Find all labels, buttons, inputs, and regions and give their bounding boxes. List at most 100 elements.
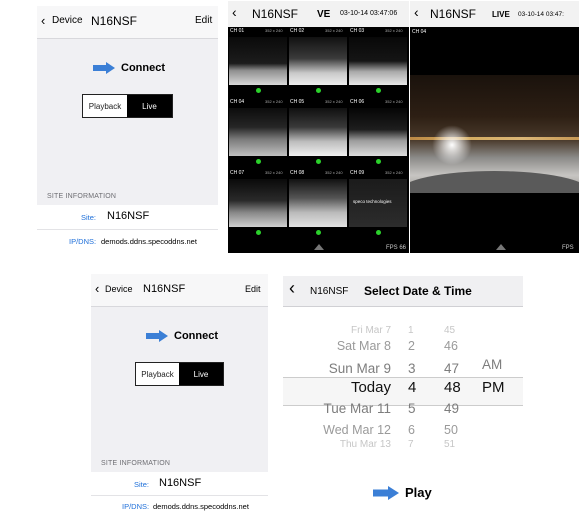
- screen-live-single: ‹ N16NSF LIVE 03-10-14 03:47: CH 04 FPS: [410, 1, 579, 253]
- live-camera-view[interactable]: [410, 75, 579, 193]
- connect-button[interactable]: Connect: [93, 62, 165, 74]
- hour-option: 2: [408, 339, 415, 353]
- section-header: SITE INFORMATION: [47, 193, 117, 200]
- ipdns-row[interactable]: IP/DNS: demods.ddns.specoddns.net: [91, 496, 268, 514]
- car-hood: [410, 171, 579, 193]
- back-button[interactable]: ‹: [289, 278, 295, 299]
- screen-device-top: ‹ Device N16NSF Edit Connect Playback Li…: [37, 6, 218, 252]
- back-label[interactable]: Device: [105, 284, 133, 294]
- hour-option: 4: [408, 379, 417, 396]
- minute-option: 51: [444, 439, 456, 450]
- channel-label: CH 08: [290, 170, 305, 176]
- navigation-bar: ‹ N16NSF Select Date & Time: [283, 276, 523, 307]
- site-label: Site:: [134, 480, 150, 489]
- hour-option: 3: [408, 361, 416, 376]
- live-status-dot: [376, 88, 381, 93]
- mode-segmented-control: Playback Live: [135, 362, 224, 386]
- back-button[interactable]: ‹: [95, 281, 99, 296]
- date-time-picker[interactable]: Fri Mar 7 1 45 Sat Mar 8 2 46 Sun Mar 9 3 47 Toda…: [283, 320, 523, 452]
- arrow-right-icon: [373, 485, 399, 500]
- live-status-dot: [256, 159, 261, 164]
- segment-live[interactable]: Live: [179, 363, 223, 385]
- hour-option: 7: [408, 439, 414, 450]
- segment-live[interactable]: Live: [127, 95, 172, 117]
- mode-label: LIVE: [492, 10, 510, 19]
- minute-option: 47: [444, 361, 460, 376]
- segment-playback[interactable]: Playback: [136, 363, 179, 385]
- timestamp: 03-10-14 03:47:: [518, 11, 564, 18]
- ipdns-label: IP/DNS:: [69, 237, 97, 246]
- camera-tile[interactable]: [289, 37, 347, 85]
- navigation-bar: ‹ N16NSF VE 03-10-14 03:47:06: [228, 1, 409, 27]
- play-button[interactable]: Play: [373, 485, 432, 500]
- camera-tile[interactable]: speco technologies: [349, 179, 407, 227]
- channel-label: CH 01: [230, 28, 245, 34]
- back-button[interactable]: ‹: [414, 4, 419, 20]
- live-status-dot: [316, 230, 321, 235]
- camera-tile[interactable]: [229, 37, 287, 85]
- camera-tile[interactable]: [289, 179, 347, 227]
- day-option: Sun Mar 9: [328, 361, 391, 376]
- up-arrow-icon[interactable]: [496, 244, 506, 250]
- channel-label: CH 03: [350, 28, 365, 34]
- connect-label: Connect: [121, 62, 165, 74]
- site-row[interactable]: Site: N16NSF: [91, 472, 268, 496]
- day-option: Sat Mar 8: [336, 339, 391, 353]
- minute-option: 45: [444, 325, 456, 336]
- day-option: Thu Mar 13: [339, 439, 391, 450]
- lamp-glow: [432, 125, 472, 165]
- screen-device-bottom: ‹ Device N16NSF Edit Connect Playback Li…: [91, 274, 268, 514]
- navigation-bar: ‹ Device N16NSF Edit: [37, 6, 218, 39]
- channel-label: CH 07: [230, 170, 245, 176]
- edit-button[interactable]: Edit: [245, 284, 261, 294]
- minute-option: 50: [444, 423, 458, 437]
- mode-segmented-control: Playback Live: [82, 94, 173, 118]
- hour-option: 5: [408, 401, 416, 416]
- connect-label: Connect: [174, 330, 218, 342]
- screen-date-time: ‹ N16NSF Select Date & Time Fri Mar 7 1 45…: [283, 276, 523, 514]
- arrow-right-icon: [93, 62, 115, 74]
- camera-tile[interactable]: [229, 179, 287, 227]
- page-title: N16NSF: [430, 7, 477, 21]
- minute-option: 48: [444, 379, 461, 396]
- back-button[interactable]: ‹: [232, 4, 237, 20]
- ipdns-value: demods.ddns.specoddns.net: [153, 502, 249, 511]
- camera-tile[interactable]: [229, 108, 287, 156]
- site-value: N16NSF: [107, 210, 150, 222]
- timestamp: 03-10-14 03:47:06: [340, 10, 398, 17]
- resolution-label: 352 x 240: [385, 28, 403, 33]
- play-label: Play: [405, 485, 432, 500]
- resolution-label: 352 x 240: [385, 170, 403, 175]
- channel-label: CH 02: [290, 28, 305, 34]
- fps-readout: FPS: [562, 245, 574, 251]
- camera-tile[interactable]: [349, 37, 407, 85]
- screen-camera-grid: ‹ N16NSF VE 03-10-14 03:47:06 CH 01 352 x…: [228, 1, 409, 253]
- live-status-dot: [256, 88, 261, 93]
- minute-option: 49: [444, 401, 460, 416]
- back-button[interactable]: ‹: [41, 13, 45, 28]
- live-status-dot: [376, 230, 381, 235]
- edit-button[interactable]: Edit: [195, 15, 212, 26]
- site-label: Site:: [81, 213, 97, 222]
- site-row[interactable]: Site: N16NSF: [37, 205, 218, 230]
- page-title: N16NSF: [143, 283, 186, 295]
- day-option: Wed Mar 12: [323, 423, 391, 437]
- resolution-label: 352 x 240: [325, 28, 343, 33]
- fps-readout: FPS 66: [386, 245, 407, 251]
- resolution-label: 352 x 240: [385, 99, 403, 104]
- minute-option: 46: [444, 339, 458, 353]
- camera-tile[interactable]: [289, 108, 347, 156]
- ipdns-row[interactable]: IP/DNS: demods.ddns.specoddns.net: [37, 230, 218, 252]
- arrow-right-icon: [146, 330, 168, 342]
- connect-button[interactable]: Connect: [146, 330, 218, 342]
- segment-playback[interactable]: Playback: [83, 95, 127, 117]
- navigation-bar: ‹ N16NSF LIVE 03-10-14 03:47:: [410, 1, 579, 27]
- resolution-label: 352 x 240: [265, 99, 283, 104]
- day-option: Tue Mar 11: [323, 401, 391, 416]
- site-value: N16NSF: [159, 477, 202, 489]
- page-title: N16NSF: [252, 7, 299, 21]
- up-arrow-icon[interactable]: [314, 244, 324, 250]
- camera-tile[interactable]: [349, 108, 407, 156]
- back-label[interactable]: N16NSF: [310, 286, 348, 297]
- back-label[interactable]: Device: [52, 15, 83, 26]
